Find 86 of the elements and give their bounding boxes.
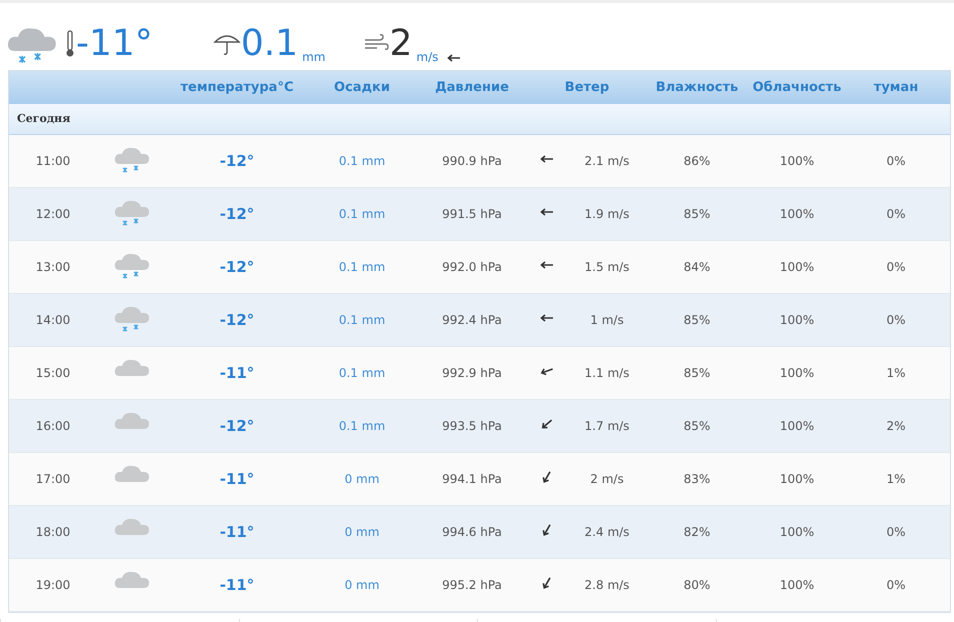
- time-cell: 17:00: [36, 472, 70, 486]
- humidity-cell: 83%: [684, 472, 710, 486]
- precipitation-cell: 0.1 mm: [338, 313, 386, 327]
- pressure-cell: 994.1 hPa: [442, 472, 502, 486]
- column-header: температура°C: [180, 80, 294, 95]
- humidity-cell: 80%: [684, 578, 710, 592]
- temperature-cell: -12°: [220, 204, 254, 223]
- time-cell: 14:00: [36, 313, 70, 327]
- temperature-cell: -11°: [220, 522, 254, 541]
- humidity-cell: 85%: [684, 419, 710, 433]
- pressure-cell: 994.6 hPa: [442, 525, 502, 539]
- column-header: Ветер: [564, 80, 610, 95]
- cloudiness-cell: 100%: [780, 578, 814, 592]
- cloudiness-cell: 100%: [780, 260, 814, 274]
- temperature-cell: -11°: [220, 364, 254, 382]
- wind-cell: 1.9 m/s: [584, 207, 630, 221]
- wind-cell: 2.8 m/s: [584, 578, 630, 592]
- pressure-cell: 992.4 hPa: [442, 313, 502, 327]
- time-cell: 11:00: [36, 154, 70, 168]
- precipitation-cell: 0 mm: [344, 578, 380, 592]
- precipitation-cell: 0.1 mm: [338, 366, 386, 380]
- humidity-cell: 85%: [684, 366, 710, 380]
- current-temperature: -11°: [76, 26, 153, 62]
- fog-cell: 0%: [886, 207, 906, 221]
- pressure-cell: 995.2 hPa: [442, 578, 502, 592]
- fog-cell: 0%: [886, 525, 906, 539]
- humidity-cell: 84%: [684, 260, 710, 274]
- wind-cell: 2.1 m/s: [584, 154, 630, 168]
- cloudiness-cell: 100%: [780, 154, 814, 168]
- column-header: Осадки: [334, 80, 390, 95]
- wind-cell: 1.5 m/s: [584, 260, 630, 274]
- temperature-cell: -11°: [220, 576, 254, 594]
- temperature-cell: -12°: [220, 258, 254, 276]
- pressure-cell: 992.0 hPa: [442, 260, 502, 274]
- cloudiness-cell: 100%: [780, 207, 814, 221]
- wind-cell: 2.4 m/s: [584, 525, 630, 539]
- wind-unit: m/s: [416, 49, 438, 66]
- temperature-cell: -12°: [220, 416, 254, 435]
- precipitation-cell: 0.1 mm: [338, 260, 386, 274]
- time-cell: 13:00: [36, 260, 70, 274]
- temperature-cell: -12°: [220, 310, 254, 329]
- column-header: Облачность: [752, 80, 842, 95]
- time-cell: 19:00: [36, 578, 70, 592]
- precipitation-cell: 0.1 mm: [338, 154, 386, 168]
- pressure-cell: 992.9 hPa: [442, 366, 502, 380]
- temperature-cell: -12°: [220, 152, 254, 170]
- temperature-cell: -11°: [220, 470, 254, 488]
- humidity-cell: 85%: [684, 207, 710, 221]
- fog-cell: 1%: [886, 366, 906, 380]
- cloudiness-cell: 100%: [780, 313, 814, 327]
- pressure-cell: 990.9 hPa: [442, 154, 502, 168]
- time-cell: 15:00: [36, 366, 70, 380]
- precipitation-cell: 0.1 mm: [338, 419, 386, 433]
- precipitation-cell: 0 mm: [344, 525, 380, 539]
- fog-cell: 0%: [886, 154, 906, 168]
- cloudiness-cell: 100%: [780, 419, 814, 433]
- cloudiness-cell: 100%: [780, 472, 814, 486]
- precipitation-cell: 0 mm: [344, 472, 380, 486]
- time-cell: 12:00: [36, 207, 70, 221]
- time-cell: 16:00: [36, 419, 70, 433]
- column-header: туман: [874, 80, 918, 95]
- precipitation-cell: 0.1 mm: [338, 207, 386, 221]
- fog-cell: 2%: [886, 419, 906, 433]
- humidity-cell: 86%: [684, 154, 710, 168]
- cloudiness-cell: 100%: [780, 366, 814, 380]
- fog-cell: 0%: [886, 260, 906, 274]
- humidity-cell: 85%: [684, 313, 710, 327]
- wind-cell: 1.7 m/s: [584, 419, 630, 433]
- fog-cell: 1%: [886, 472, 906, 486]
- current-precipitation: 0.1: [240, 26, 298, 62]
- section-label: Сегодня: [17, 110, 70, 127]
- thermometer-icon: [64, 30, 76, 58]
- fog-cell: 0%: [886, 313, 906, 327]
- wind-cell: 1.1 m/s: [584, 366, 630, 380]
- wind-cell: 2 m/s: [590, 472, 624, 486]
- column-header: Влажность: [656, 80, 738, 95]
- column-header: Давление: [435, 80, 509, 95]
- precipitation-unit: mm: [302, 49, 326, 66]
- time-cell: 18:00: [36, 525, 70, 539]
- pressure-cell: 991.5 hPa: [442, 207, 502, 221]
- current-wind: 2: [389, 26, 412, 62]
- pressure-cell: 993.5 hPa: [442, 419, 502, 433]
- fog-cell: 0%: [886, 578, 906, 592]
- wind-cell: 1 m/s: [590, 313, 624, 327]
- humidity-cell: 82%: [684, 525, 710, 539]
- cloudiness-cell: 100%: [780, 525, 814, 539]
